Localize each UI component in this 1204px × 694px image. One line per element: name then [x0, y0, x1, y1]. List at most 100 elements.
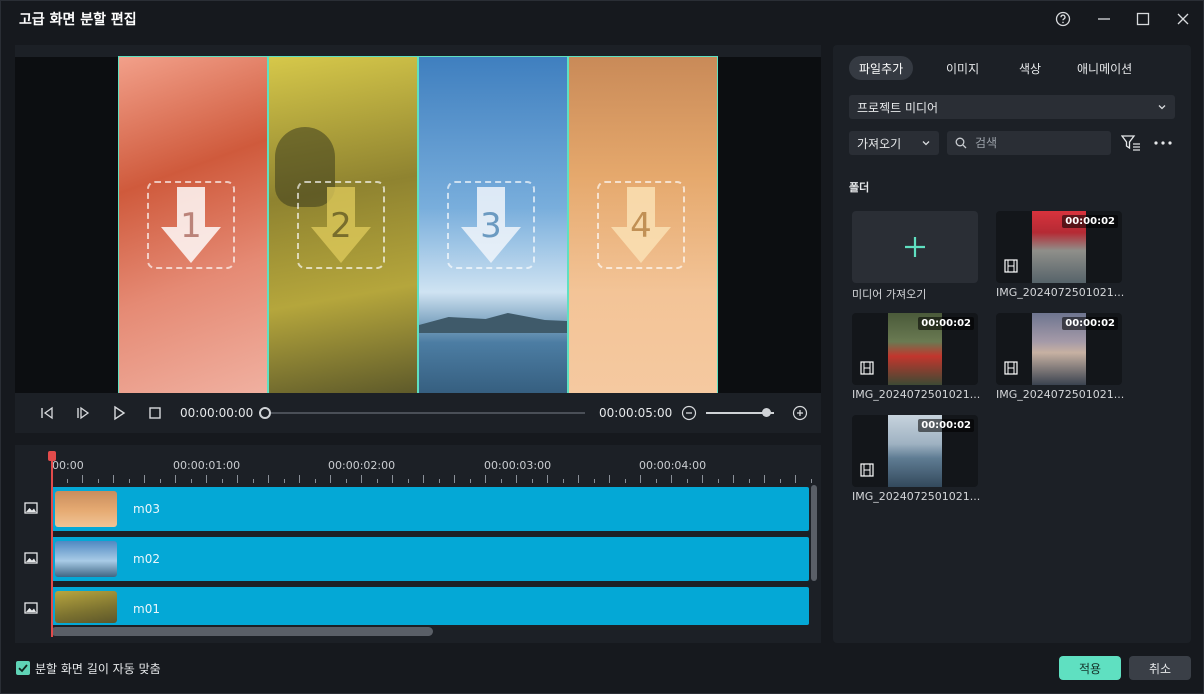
ruler-tick: [376, 479, 378, 483]
next-frame-icon[interactable]: [73, 403, 93, 423]
prev-frame-icon[interactable]: [37, 403, 57, 423]
media-source-dropdown[interactable]: 프로젝트 미디어: [849, 95, 1175, 119]
import-dropdown-button[interactable]: 가져오기: [849, 131, 939, 155]
playback-progress-knob[interactable]: [259, 407, 271, 419]
play-icon[interactable]: [109, 403, 129, 423]
media-item[interactable]: 00:00:02: [996, 313, 1122, 385]
tab-image[interactable]: 이미지: [936, 56, 989, 80]
window-title: 고급 화면 분할 편집: [19, 12, 137, 28]
ruler-tick: [330, 475, 331, 483]
split-panel-1[interactable]: 1: [118, 56, 268, 394]
ruler-tick: [609, 475, 610, 483]
ruler-tick: [252, 479, 254, 483]
ruler-tick: [361, 475, 362, 483]
drop-arrow-icon: 4: [611, 187, 671, 263]
ruler-label: 00:00: [52, 459, 84, 472]
ruler-tick: [206, 475, 207, 483]
ruler-tick: [438, 479, 440, 483]
media-item[interactable]: 00:00:02: [996, 211, 1122, 283]
ruler-tick: [547, 475, 548, 483]
ruler-tick: [97, 479, 99, 483]
media-item[interactable]: 00:00:02: [852, 313, 978, 385]
playback-progress-track[interactable]: [265, 412, 585, 414]
title-bar: 고급 화면 분할 편집: [1, 1, 1204, 37]
image-track-icon: [24, 601, 40, 617]
auto-fit-label: 분할 화면 길이 자동 맞춤: [35, 662, 161, 676]
media-item[interactable]: 00:00:02: [852, 415, 978, 487]
ruler-tick: [810, 479, 812, 483]
filter-icon[interactable]: [1121, 134, 1141, 152]
drop-arrow-icon: 3: [461, 187, 521, 263]
close-icon[interactable]: [1173, 9, 1193, 29]
ruler-tick: [314, 479, 316, 483]
help-icon[interactable]: [1053, 9, 1073, 29]
timeline-vertical-scrollbar[interactable]: [811, 485, 817, 581]
ruler-tick: [795, 475, 796, 483]
tab-color[interactable]: 색상: [1009, 56, 1051, 80]
drop-arrow-icon: 2: [311, 187, 371, 263]
cancel-button[interactable]: 취소: [1129, 656, 1191, 680]
split-panel-4[interactable]: 4: [568, 56, 718, 394]
ruler-tick: [66, 479, 68, 483]
drop-zone-1[interactable]: 1: [147, 181, 235, 269]
ruler-tick: [268, 475, 269, 483]
media-duration: 00:00:02: [1062, 215, 1118, 228]
ruler-tick: [655, 479, 657, 483]
zoom-out-icon[interactable]: [679, 403, 699, 423]
zoom-slider-knob[interactable]: [762, 408, 771, 417]
ruler-tick: [516, 475, 517, 483]
panel-number: 1: [180, 206, 202, 246]
timeline-ruler[interactable]: 00:00 00:00:01:00 00:00:02:00 00:00:03:0…: [51, 445, 821, 485]
minimize-icon[interactable]: [1094, 9, 1114, 29]
split-screen-editor-window: 고급 화면 분할 편집 1 2 3 4 00:00:00:00 00:00:05…: [0, 0, 1204, 694]
ruler-tick: [593, 479, 595, 483]
drop-zone-2[interactable]: 2: [297, 181, 385, 269]
auto-fit-checkbox[interactable]: [16, 661, 30, 675]
checkmark-icon: [18, 664, 28, 673]
clip-thumbnail: [55, 491, 117, 527]
panel-number: 3: [480, 206, 502, 246]
timeline-clip-m01[interactable]: m01: [51, 587, 809, 625]
video-film-icon: [1004, 361, 1018, 375]
clip-label: m02: [133, 552, 160, 566]
clip-label: m03: [133, 502, 160, 516]
island-shape: [419, 313, 567, 333]
timeline: 00:00 00:00:01:00 00:00:02:00 00:00:03:0…: [15, 445, 821, 643]
apply-button[interactable]: 적용: [1059, 656, 1121, 680]
import-media-card[interactable]: [852, 211, 978, 283]
ruler-tick: [500, 479, 502, 483]
drop-zone-3[interactable]: 3: [447, 181, 535, 269]
split-panel-3[interactable]: 3: [418, 56, 568, 394]
split-panel-2[interactable]: 2: [268, 56, 418, 394]
ruler-tick: [485, 475, 486, 483]
timeline-horizontal-scrollbar[interactable]: [51, 627, 433, 636]
zoom-in-icon[interactable]: [790, 403, 810, 423]
ruler-tick: [237, 475, 238, 483]
search-input[interactable]: [975, 131, 1105, 155]
ruler-tick: [144, 475, 145, 483]
import-media-label: 미디어 가져오기: [852, 288, 927, 301]
tab-add-file[interactable]: 파일추가: [849, 56, 914, 80]
timeline-clip-m03[interactable]: m03: [51, 487, 809, 531]
media-duration: 00:00:02: [918, 419, 974, 432]
playhead[interactable]: [51, 451, 53, 637]
ruler-label: 00:00:04:00: [639, 459, 707, 472]
maximize-icon[interactable]: [1133, 9, 1153, 29]
drop-zone-4[interactable]: 4: [597, 181, 685, 269]
media-duration: 00:00:02: [1062, 317, 1118, 330]
clip-thumbnail: [55, 541, 117, 577]
more-options-icon[interactable]: [1153, 134, 1173, 152]
ruler-tick: [779, 479, 781, 483]
ruler-label: 00:00:03:00: [484, 459, 552, 472]
stop-icon[interactable]: [145, 403, 165, 423]
ruler-tick: [733, 475, 734, 483]
ruler-tick: [469, 479, 471, 483]
ruler-label: 00:00:01:00: [173, 459, 241, 472]
ruler-tick: [671, 475, 672, 483]
clip-label: m01: [133, 602, 160, 616]
tab-animation[interactable]: 애니메이션: [1067, 56, 1142, 80]
timeline-clip-m02[interactable]: m02: [51, 537, 809, 581]
import-label: 가져오기: [857, 136, 902, 151]
folder-label: 폴더: [849, 181, 870, 194]
ruler-tick: [407, 479, 409, 483]
